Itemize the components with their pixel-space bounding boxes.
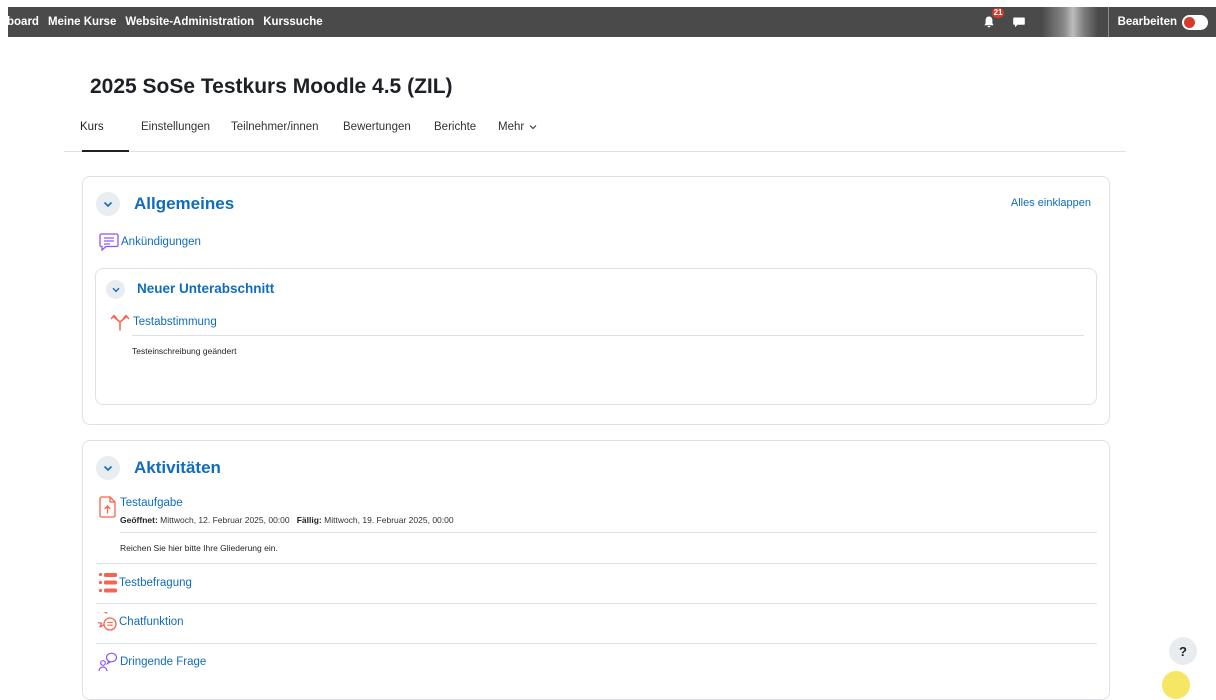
tab-participants[interactable]: Teilnehmer/innen (231, 121, 319, 133)
opened-label: Geöffnet: (120, 515, 158, 525)
notification-count-badge: 21 (991, 8, 1005, 18)
subsection-collapse-button[interactable] (106, 280, 125, 299)
tab-reports[interactable]: Berichte (434, 121, 476, 133)
chevron-down-icon (530, 125, 537, 130)
nav-dashboard[interactable]: board (7, 16, 39, 28)
nav-site-administration[interactable]: Website-Administration (125, 16, 254, 28)
tab-course[interactable]: Kurs (80, 121, 104, 133)
edit-mode-label: Bearbeiten (1117, 16, 1177, 28)
activity-testbefragung-name[interactable]: Testbefragung (119, 577, 192, 589)
assignment-icon (99, 496, 116, 518)
tab-more[interactable]: Mehr (498, 121, 537, 133)
edit-mode-toggle[interactable] (1182, 14, 1208, 30)
navbar-divider (1107, 7, 1109, 37)
section-general-title[interactable]: Allgemeines (134, 194, 234, 214)
toggle-knob (1184, 16, 1195, 28)
chevron-down-icon (103, 465, 113, 471)
activity-divider (120, 532, 1097, 533)
tab-grades[interactable]: Bewertungen (343, 121, 411, 133)
feedback-icon (99, 573, 117, 593)
section-general-collapse-button[interactable] (96, 192, 120, 216)
floating-action-button[interactable] (1162, 671, 1190, 699)
activity-announcements-name[interactable]: Ankündigungen (121, 236, 201, 248)
activity-divider (96, 563, 1097, 564)
opened-value: Mittwoch, 12. Februar 2025, 00:00 (160, 515, 290, 525)
activity-announcements[interactable]: Ankündigungen (99, 233, 201, 251)
subsection-new: Neuer Unterabschnitt Testabstimmung Test… (95, 268, 1097, 405)
question-icon (98, 652, 118, 672)
messages-button[interactable] (1012, 7, 1028, 37)
bell-icon (983, 16, 994, 28)
activity-testabstimmung[interactable]: Testabstimmung (110, 313, 217, 331)
activity-divider (96, 603, 1097, 604)
activity-description: Testeinschreibung geändert (132, 346, 237, 356)
activity-testbefragung[interactable]: Testbefragung (98, 572, 192, 594)
activity-divider (96, 643, 1097, 644)
activity-dates: Geöffnet: Mittwoch, 12. Februar 2025, 00… (120, 515, 454, 525)
activity-chatfunktion-name[interactable]: Chatfunktion (119, 616, 184, 628)
due-value: Mittwoch, 19. Februar 2025, 00:00 (324, 515, 454, 525)
activity-chatfunktion[interactable]: Chatfunktion (98, 612, 184, 632)
chat-icon (98, 612, 117, 631)
nav-course-search[interactable]: Kurssuche (263, 16, 322, 28)
section-activities-title[interactable]: Aktivitäten (134, 458, 221, 478)
activity-testaufgabe-name[interactable]: Testaufgabe (120, 497, 183, 509)
due-label: Fällig: (296, 515, 322, 525)
tab-more-label: Mehr (498, 121, 525, 133)
section-activities: Aktivitäten Testaufgabe Geöffnet: Mittwo… (82, 440, 1110, 700)
help-button[interactable]: ? (1169, 637, 1197, 665)
nav-my-courses[interactable]: Meine Kurse (48, 16, 116, 28)
page-title: 2025 SoSe Testkurs Moodle 4.5 (ZIL) (90, 75, 453, 98)
activity-dringende-frage[interactable]: Dringende Frage (98, 652, 206, 672)
active-tab-indicator (82, 150, 129, 152)
section-activities-collapse-button[interactable] (96, 456, 120, 480)
activity-testabstimmung-name[interactable]: Testabstimmung (133, 316, 217, 328)
primary-navigation: board Meine Kurse Website-Administration… (7, 16, 332, 28)
activity-dringende-frage-name[interactable]: Dringende Frage (120, 656, 206, 668)
forum-icon (99, 233, 119, 251)
user-avatar[interactable] (1041, 7, 1098, 37)
notifications-button[interactable]: 21 (982, 7, 1005, 37)
course-secondary-navigation: Kurs Einstellungen Teilnehmer/innen Bewe… (64, 112, 1126, 152)
chevron-down-icon (111, 287, 120, 292)
user-menu-area: 21 Bearbeiten (982, 7, 1216, 37)
tab-settings[interactable]: Einstellungen (141, 121, 210, 133)
activity-description: Reichen Sie hier bitte Ihre Gliederung e… (120, 543, 278, 553)
choice-icon (110, 314, 130, 331)
top-navbar: board Meine Kurse Website-Administration… (7, 7, 1216, 37)
collapse-all-link[interactable]: Alles einklappen (1011, 197, 1091, 209)
chevron-down-icon (103, 201, 113, 207)
activity-divider (132, 335, 1084, 336)
message-bubble-icon (1012, 17, 1025, 28)
section-general: Allgemeines Alles einklappen Ankündigung… (82, 176, 1110, 425)
subsection-title[interactable]: Neuer Unterabschnitt (137, 281, 274, 296)
